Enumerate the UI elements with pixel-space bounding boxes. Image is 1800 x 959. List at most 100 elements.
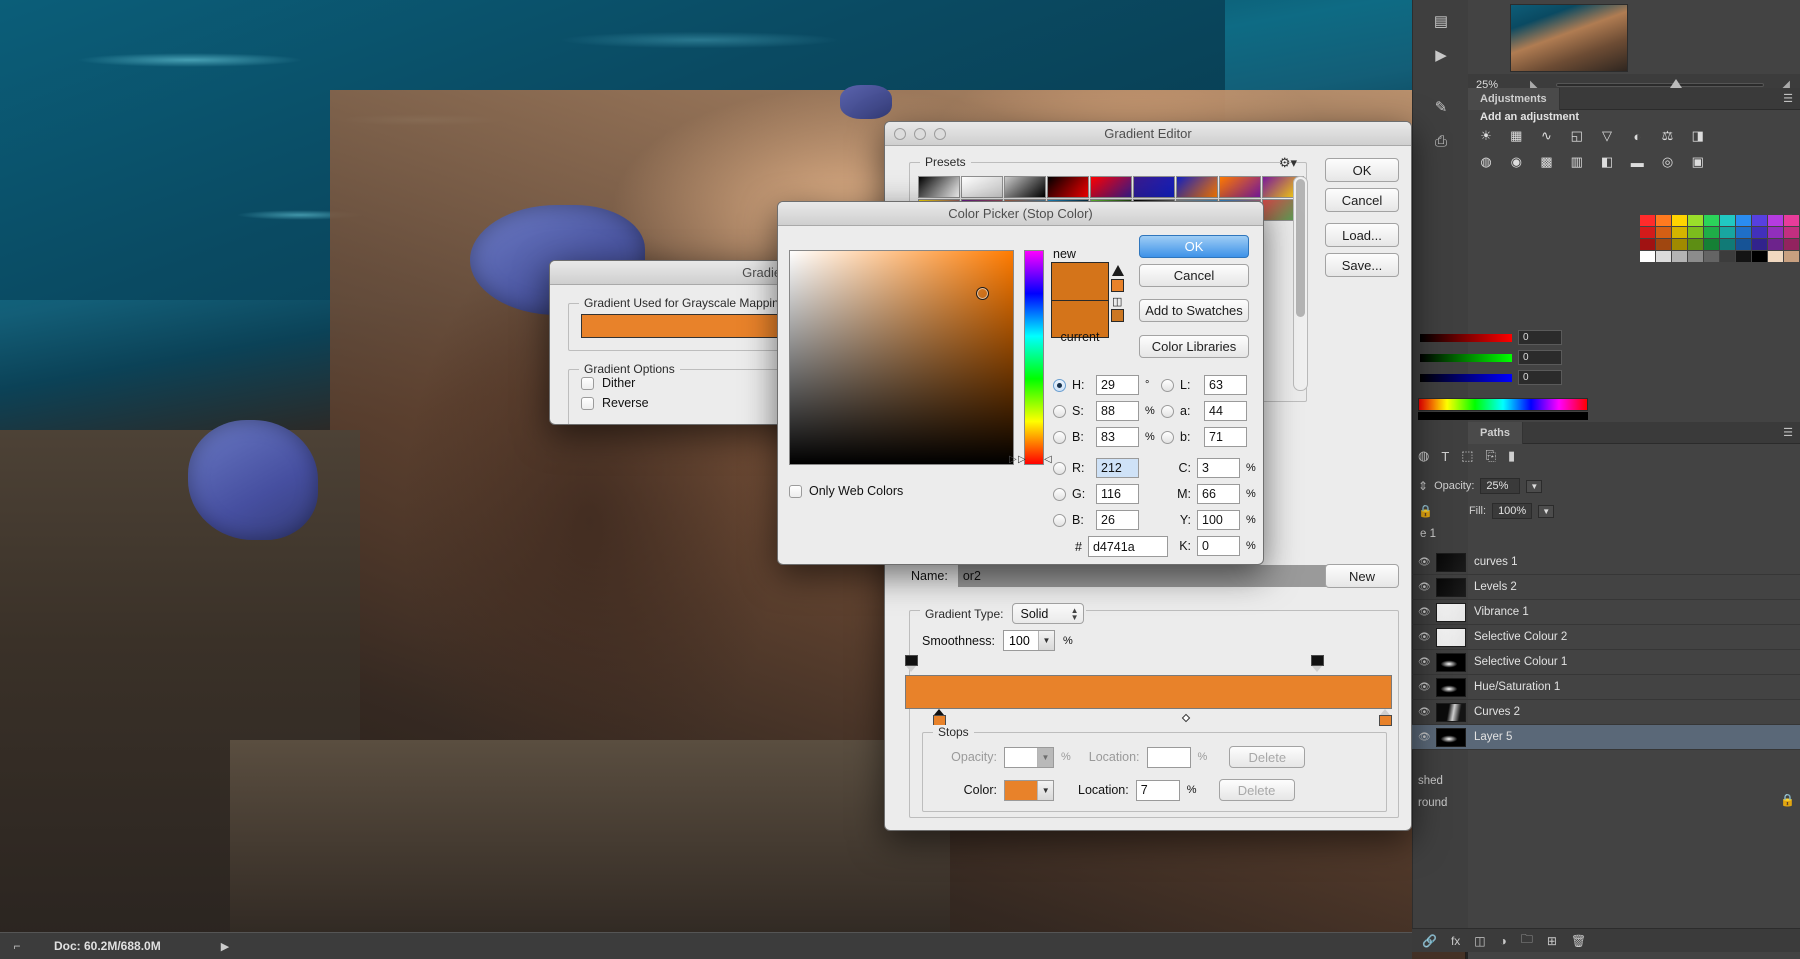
layer-row[interactable]: 👁 Layer 5 <box>1412 725 1800 750</box>
layer-thumbnail[interactable] <box>1436 627 1466 647</box>
presets-scrollbar[interactable] <box>1293 176 1308 391</box>
new-path-icon[interactable]: ⎘ <box>1486 448 1496 464</box>
opacity-dropdown-icon[interactable]: ▼ <box>1526 479 1543 493</box>
rgb-G-radio[interactable] <box>1053 487 1066 501</box>
color-stop-end[interactable] <box>1379 709 1392 726</box>
layer-row[interactable]: 👁 Levels 2 <box>1412 575 1800 600</box>
reverse-checkbox[interactable] <box>581 396 594 410</box>
gamut-warning-swatch[interactable] <box>1111 279 1124 292</box>
hue-slider[interactable] <box>1024 250 1044 465</box>
opacity-mask-icon[interactable]: ◍ <box>1418 448 1429 464</box>
rail-histogram-icon[interactable]: ▤ <box>1413 4 1469 38</box>
lab-b-input[interactable]: 71 <box>1204 427 1247 447</box>
adjustments-panel-menu-icon[interactable]: ☰ <box>1783 92 1800 105</box>
layer-style-icon[interactable]: fx <box>1451 934 1460 948</box>
layer-thumbnail[interactable] <box>1436 577 1466 597</box>
navigator-thumbnail[interactable] <box>1510 4 1628 72</box>
fill-dropdown-icon[interactable]: ▼ <box>1538 504 1555 518</box>
color-field-cursor[interactable] <box>976 287 989 300</box>
zoom-slider-knob[interactable] <box>1670 78 1683 88</box>
brightness-icon[interactable]: ☀ <box>1472 124 1500 148</box>
layer-row[interactable]: 👁 Selective Colour 2 <box>1412 625 1800 650</box>
layer-visibility-eye-icon[interactable]: 👁 <box>1418 732 1436 743</box>
layer-visibility-eye-icon[interactable]: 👁 <box>1418 557 1436 568</box>
delete-layer-icon[interactable]: 🗑 <box>1571 934 1586 948</box>
rgb-R-input[interactable]: 212 <box>1096 458 1139 478</box>
gradient-preset-swatch[interactable] <box>1004 176 1046 198</box>
gradient-editor-titlebar[interactable]: Gradient Editor <box>885 122 1411 146</box>
layer-thumbnail[interactable] <box>1436 702 1466 722</box>
invert-icon[interactable]: ▩ <box>1533 150 1561 174</box>
color-channel-r-slider[interactable] <box>1420 333 1512 342</box>
color-spectrum-strip[interactable] <box>1418 398 1588 411</box>
gradient-new-button[interactable]: New <box>1325 564 1399 588</box>
posterize-icon[interactable]: ▥ <box>1563 150 1591 174</box>
hsb-B-input[interactable]: 83 <box>1096 427 1139 447</box>
color-stop-selected[interactable] <box>933 709 946 726</box>
presets-scroll-thumb[interactable] <box>1296 179 1305 317</box>
rail-play-icon[interactable]: ▶ <box>1413 38 1469 72</box>
gradient-preset-swatch[interactable] <box>1176 176 1218 198</box>
gradient-preset-swatch[interactable] <box>1133 176 1175 198</box>
color-libraries-button[interactable]: Color Libraries <box>1139 335 1249 358</box>
lab-b-radio[interactable] <box>1161 430 1174 444</box>
layer-row-partial-1[interactable]: shed <box>1418 775 1443 787</box>
hex-input[interactable]: d4741a <box>1087 536 1168 557</box>
adjustment-extra-icon[interactable]: ▣ <box>1684 150 1712 174</box>
opacity-stop-start[interactable] <box>905 655 918 672</box>
hsb-S-radio[interactable] <box>1053 404 1066 418</box>
color-picker-ok-button[interactable]: OK <box>1139 235 1249 258</box>
midpoint-diamond-icon[interactable] <box>1181 713 1191 723</box>
color-channel-g-value[interactable]: 0 <box>1518 350 1562 365</box>
add-mask-icon[interactable]: ◫ <box>1474 934 1485 948</box>
text-tool-icon[interactable]: T <box>1441 449 1449 464</box>
color-balance-icon[interactable]: ⚖ <box>1654 124 1682 148</box>
stop-color-combo[interactable]: ▼ <box>1004 779 1054 801</box>
lab-row[interactable]: a: 44 <box>1161 398 1253 424</box>
lab-row[interactable]: b: 71 <box>1161 424 1253 450</box>
channel-mixer-icon[interactable]: ◉ <box>1502 150 1530 174</box>
hsb-S-input[interactable]: 88 <box>1096 401 1139 421</box>
lab-L-input[interactable]: 63 <box>1204 375 1247 395</box>
layer-visibility-eye-icon[interactable]: 👁 <box>1418 657 1436 668</box>
color-channel-g-slider[interactable] <box>1420 353 1512 362</box>
gradient-ramp[interactable] <box>905 675 1392 709</box>
vibrance-icon[interactable]: ▽ <box>1593 124 1621 148</box>
layer-visibility-eye-icon[interactable]: 👁 <box>1418 682 1436 693</box>
hsb-row[interactable]: B: 83% <box>1053 424 1155 450</box>
rgb-R-radio[interactable] <box>1053 461 1066 475</box>
tab-paths[interactable]: Paths <box>1468 421 1523 444</box>
gradient-preset-swatch[interactable] <box>1219 176 1261 198</box>
tab-adjustments[interactable]: Adjustments <box>1468 87 1560 110</box>
layer-row[interactable]: 👁 Vibrance 1 <box>1412 600 1800 625</box>
reverse-row[interactable]: Reverse <box>581 396 649 410</box>
layer-thumbnail[interactable] <box>1436 652 1466 672</box>
layer-row-partial-top[interactable]: e 1 <box>1420 528 1436 540</box>
layer-thumbnail[interactable] <box>1436 552 1466 572</box>
opacity-stop-end[interactable] <box>1311 655 1324 672</box>
rgb-row[interactable]: B: 26 <box>1053 507 1145 533</box>
photo-filter-icon[interactable]: ◍ <box>1472 150 1500 174</box>
layer-visibility-eye-icon[interactable]: 👁 <box>1418 707 1436 718</box>
cmyk-0-input[interactable]: 3 <box>1197 458 1240 478</box>
opacity-value[interactable]: 25% <box>1480 478 1521 494</box>
layer-row[interactable]: 👁 Hue/Saturation 1 <box>1412 675 1800 700</box>
status-expand-arrow-icon[interactable]: ▶ <box>217 940 229 953</box>
lab-a-radio[interactable] <box>1161 404 1174 418</box>
layer-visibility-eye-icon[interactable]: 👁 <box>1418 607 1436 618</box>
only-web-colors-row[interactable]: Only Web Colors <box>789 484 903 498</box>
new-group-icon[interactable]: 🗀 <box>1521 930 1533 951</box>
black-white-icon[interactable]: ◨ <box>1684 124 1712 148</box>
saturation-brightness-field[interactable] <box>789 250 1014 465</box>
web-color-warning-swatch[interactable] <box>1111 309 1124 322</box>
cmyk-2-input[interactable]: 100 <box>1197 510 1240 530</box>
hsb-B-radio[interactable] <box>1053 430 1066 444</box>
lab-L-radio[interactable] <box>1161 378 1174 392</box>
lab-a-input[interactable]: 44 <box>1204 401 1247 421</box>
rgb-B2-input[interactable]: 26 <box>1096 510 1139 530</box>
exposure-icon[interactable]: ◱ <box>1563 124 1591 148</box>
layer-thumbnail[interactable] <box>1436 677 1466 697</box>
gradient-editor-load-button[interactable]: Load... <box>1325 223 1399 247</box>
layer-row[interactable]: 👁 Selective Colour 1 <box>1412 650 1800 675</box>
smoothness-combo[interactable]: 100 ▼ <box>1002 630 1055 651</box>
